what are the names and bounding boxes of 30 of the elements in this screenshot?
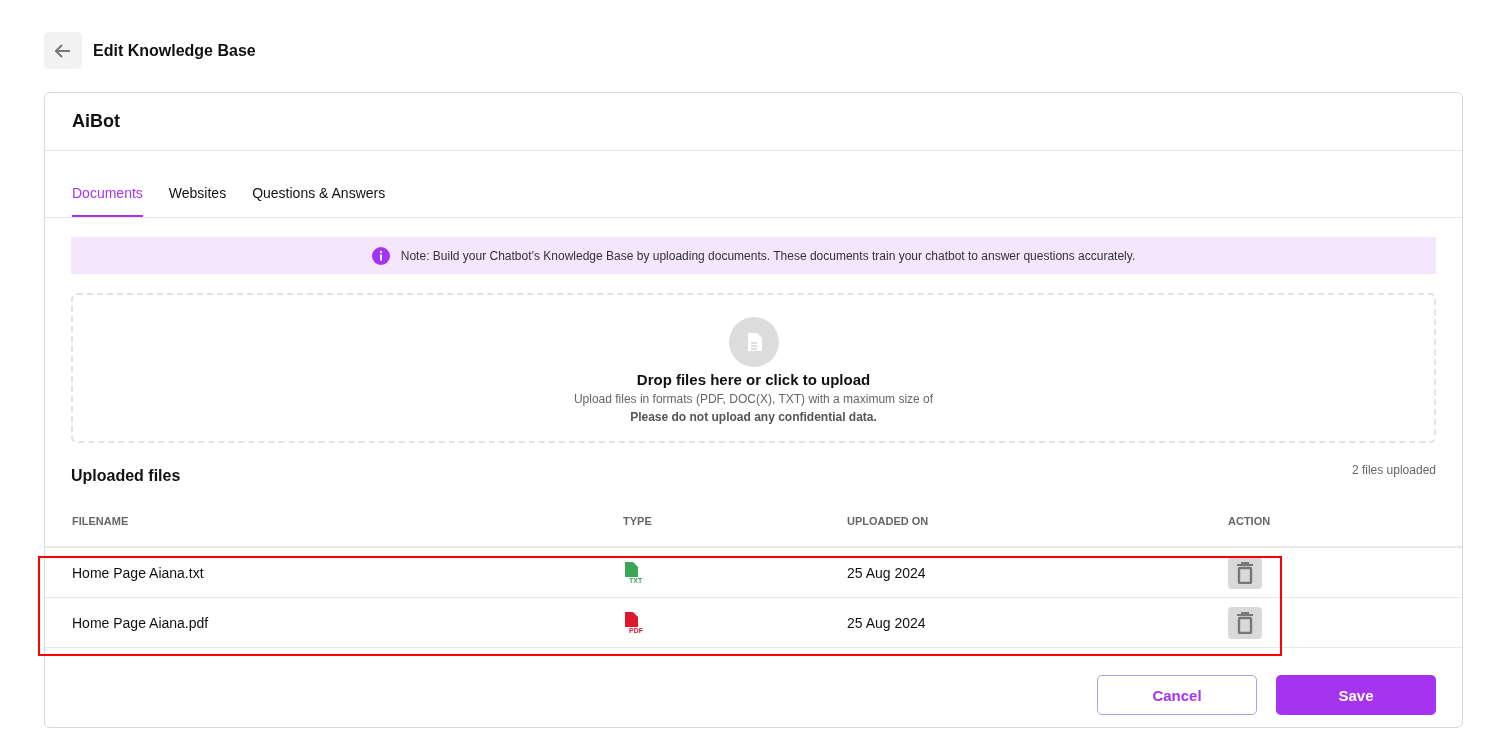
date-cell-text: 25 Aug 2024: [847, 564, 927, 581]
column-header: FILENAME: [72, 515, 130, 527]
filename-cell-text: Home Page Aiana.pdf: [72, 614, 210, 631]
column-header: TYPE: [623, 515, 653, 527]
upload-dropzone[interactable]: Drop files here or click to upload Upload files in formats (PDF, DOC(X), TXT) with a maximum size of Please do not upload any confidential data.: [71, 293, 1436, 443]
upload-title: Drop files here or click to upload: [636, 370, 871, 388]
card-title: AiBot: [72, 111, 120, 132]
tab[interactable]: Documents: [72, 185, 143, 217]
column-header: ACTION: [1228, 515, 1272, 527]
tab[interactable]: Websites: [168, 185, 227, 217]
section-title: Uploaded files: [71, 467, 181, 485]
page-title: Edit Knowledge Base: [93, 41, 256, 60]
upload-hint: Upload files in formats (PDF, DOC(X), TXT) with a maximum size of: [573, 391, 934, 406]
column-header: UPLOADED ON: [847, 515, 930, 527]
document-icon: [728, 316, 779, 367]
back-button[interactable]: [44, 32, 82, 69]
upload-warning: Please do not upload any confidential data.: [630, 409, 877, 424]
note-text: Note: Build your Chatbot’s Knowledge Base by uploading documents. These documents train your chatbot to answer questions accurately.: [400, 248, 1136, 263]
save-button[interactable]: Save: [1276, 675, 1436, 715]
back-arrow-icon: [55, 43, 71, 58]
tab[interactable]: Questions & Answers: [252, 185, 386, 217]
trash-icon: [1236, 611, 1254, 634]
filename-cell-text: Home Page Aiana.txt: [72, 564, 205, 581]
date-cell-text: 25 Aug 2024: [847, 614, 927, 631]
delete-button[interactable]: [1228, 606, 1262, 639]
cancel-button[interactable]: Cancel: [1097, 675, 1257, 715]
trash-icon: [1236, 561, 1254, 584]
delete-button[interactable]: [1228, 556, 1262, 589]
file-count: 2 files uploaded: [1351, 463, 1436, 477]
info-icon: [371, 246, 390, 265]
